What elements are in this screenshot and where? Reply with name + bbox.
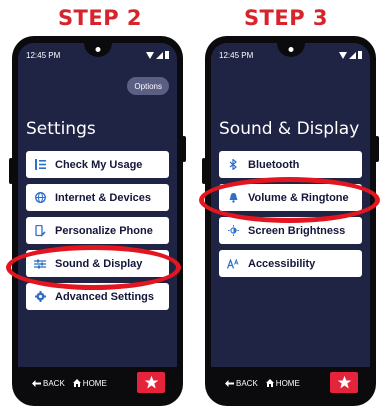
wifi-icon (339, 51, 347, 59)
home-icon (265, 379, 274, 387)
home-icon (72, 379, 81, 387)
phone-step-2: 12:45 PM Options Settings Check My Usage… (9, 36, 186, 406)
home-button[interactable]: HOME (72, 378, 107, 388)
menu-item-internet-devices[interactable]: Internet & Devices (26, 184, 169, 211)
battery-icon (358, 51, 362, 59)
highlight-ring-sound-display (6, 245, 181, 290)
menu-item-label: Advanced Settings (55, 290, 155, 303)
status-bar: 12:45 PM (219, 49, 362, 61)
menu-item-check-my-usage[interactable]: Check My Usage (26, 151, 169, 178)
menu-item-label: Check My Usage (55, 158, 143, 171)
step-2-heading: STEP 2 (57, 6, 143, 30)
menu-item-accessibility[interactable]: Accessibility (219, 250, 362, 277)
page-title: Sound & Display (219, 119, 360, 139)
back-arrow-icon (32, 379, 41, 387)
back-label: BACK (43, 378, 65, 388)
back-label: BACK (236, 378, 258, 388)
star-button[interactable] (137, 372, 165, 393)
back-button[interactable]: BACK (225, 379, 258, 388)
menu-item-label: Screen Brightness (248, 224, 346, 237)
gear-icon (33, 290, 47, 304)
status-time: 12:45 PM (26, 50, 61, 60)
phone-screen: 12:45 PM Options Settings Check My Usage… (18, 43, 177, 399)
globe-icon (33, 191, 47, 205)
options-button[interactable]: Options (127, 77, 169, 95)
menu-item-label: Accessibility (248, 257, 316, 270)
menu-item-bluetooth[interactable]: Bluetooth (219, 151, 362, 178)
menu-item-label: Personalize Phone (55, 224, 153, 237)
phone-brush-icon (33, 224, 47, 238)
back-arrow-icon (225, 379, 234, 387)
star-button[interactable] (330, 372, 358, 393)
bottom-nav-bar: BACK HOME (18, 367, 177, 399)
step-3-heading: STEP 3 (243, 6, 329, 30)
home-label: HOME (275, 378, 300, 388)
settings-menu: Check My Usage Internet & Devices Person… (26, 151, 169, 316)
status-time: 12:45 PM (219, 50, 254, 60)
menu-item-label: Internet & Devices (55, 191, 151, 204)
home-button[interactable]: HOME (265, 378, 300, 388)
bluetooth-icon (226, 158, 240, 172)
menu-item-personalize-phone[interactable]: Personalize Phone (26, 217, 169, 244)
wifi-icon (146, 51, 154, 59)
status-bar: 12:45 PM (26, 49, 169, 61)
sun-icon (226, 224, 240, 238)
star-icon (144, 375, 158, 389)
back-button[interactable]: BACK (32, 379, 65, 388)
menu-item-label: Bluetooth (248, 158, 300, 171)
text-size-icon (226, 257, 240, 271)
page-title: Settings (26, 119, 96, 139)
star-icon (337, 375, 351, 389)
battery-icon (165, 51, 169, 59)
list-icon (33, 158, 47, 172)
highlight-ring-volume-ringtone (199, 177, 380, 223)
signal-icon (349, 51, 356, 59)
home-label: HOME (82, 378, 107, 388)
signal-icon (156, 51, 163, 59)
bottom-nav-bar: BACK HOME (211, 367, 370, 399)
